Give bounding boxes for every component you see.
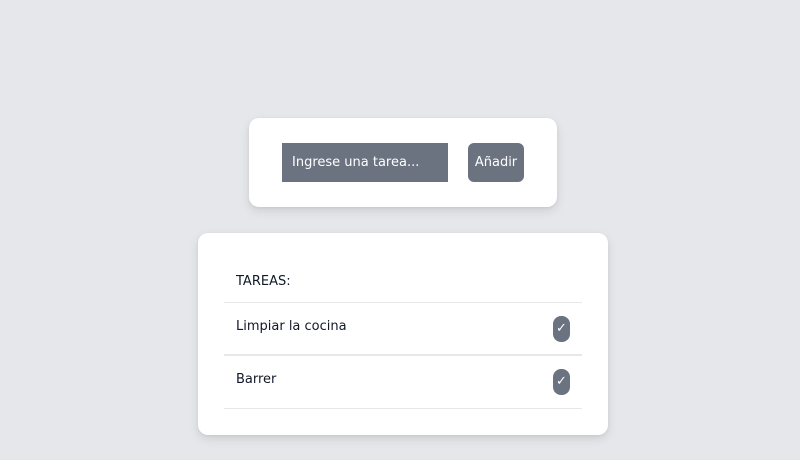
tasks-header: TAREAS: — [224, 263, 582, 303]
complete-task-check-icon[interactable]: ✓ — [553, 369, 570, 395]
task-label: Barrer — [236, 372, 277, 387]
tasks-list: TAREAS: Limpiar la cocina ✓ Barrer ✓ — [224, 263, 582, 409]
tasks-card: TAREAS: Limpiar la cocina ✓ Barrer ✓ — [198, 233, 608, 435]
task-label: Limpiar la cocina — [236, 319, 347, 334]
task-input[interactable] — [282, 143, 448, 182]
task-row: Limpiar la cocina ✓ — [224, 303, 582, 356]
complete-task-check-icon[interactable]: ✓ — [553, 316, 570, 342]
task-row: Barrer ✓ — [224, 356, 582, 409]
task-form-card: Añadir — [249, 118, 557, 207]
add-task-button[interactable]: Añadir — [468, 143, 524, 182]
